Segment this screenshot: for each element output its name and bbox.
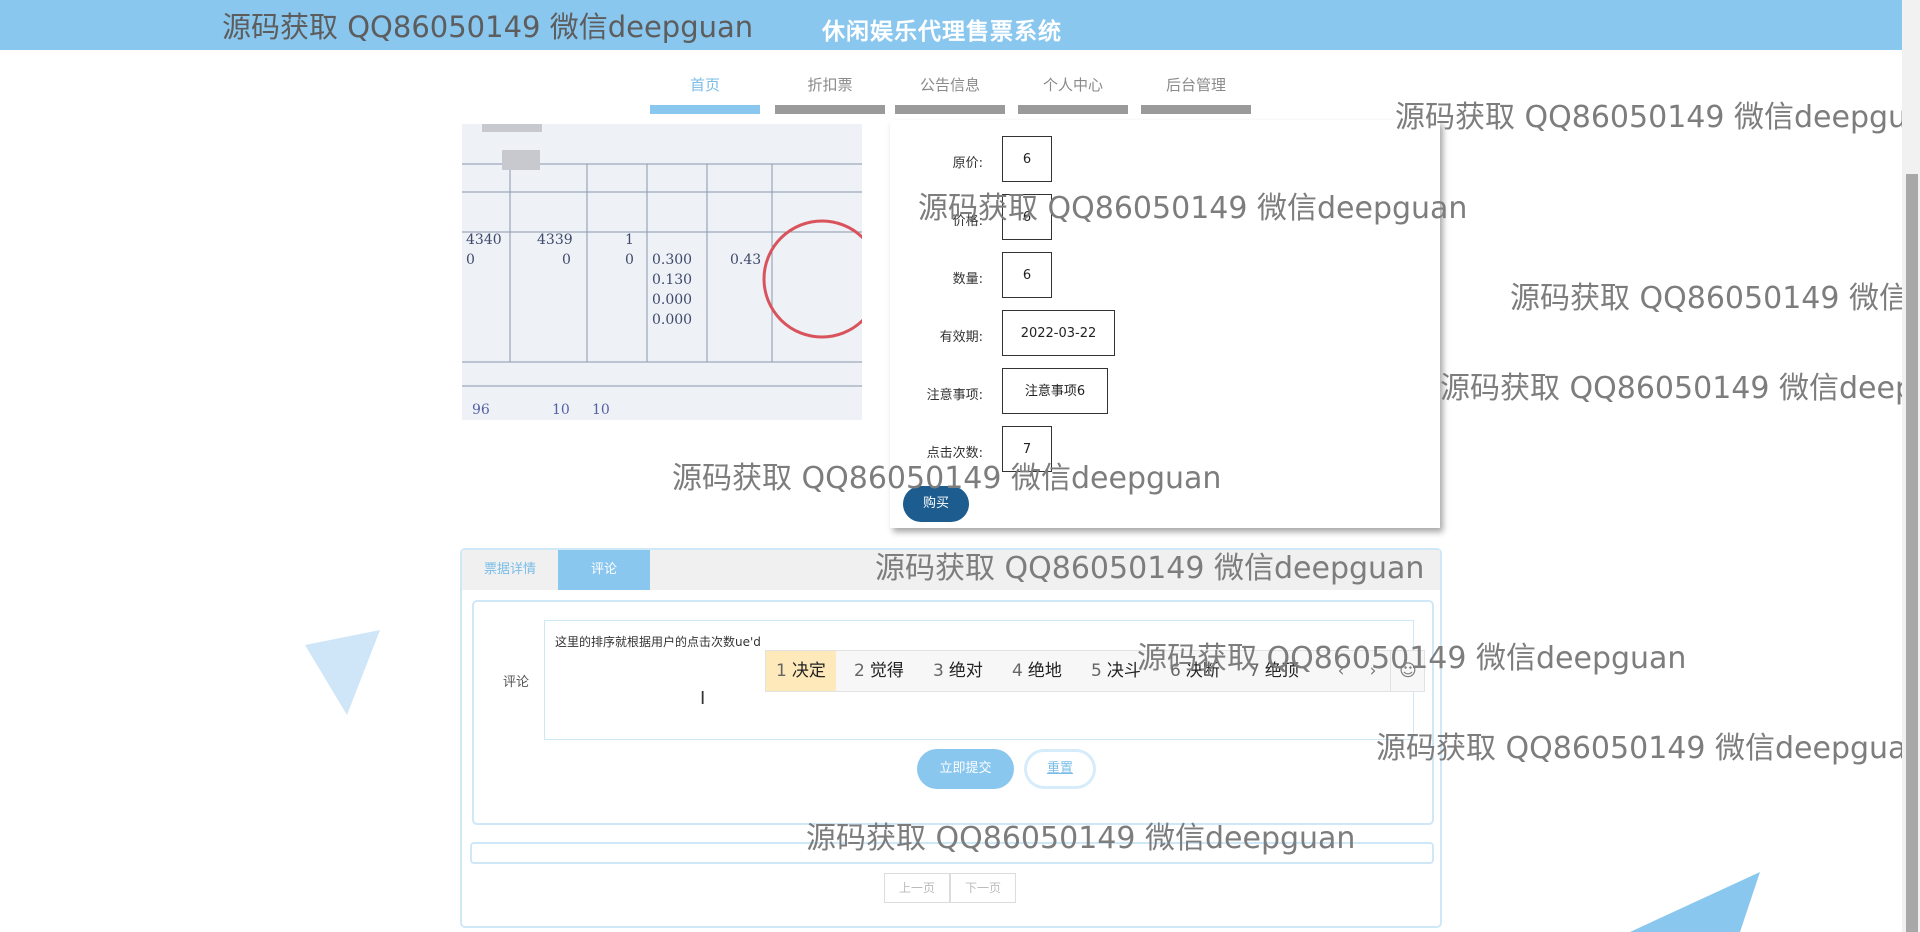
nav-item-underline — [1141, 105, 1251, 114]
svg-text:4340: 4340 — [466, 232, 502, 248]
svg-text:0.130: 0.130 — [652, 272, 692, 288]
ime-candidate-number: 7 — [1249, 661, 1260, 681]
svg-text:4339: 4339 — [537, 232, 573, 248]
ime-candidate-word: 绝顶 — [1264, 661, 1299, 681]
svg-text:0.000: 0.000 — [652, 312, 692, 328]
ime-prev-page-icon[interactable]: ‹ — [1326, 651, 1356, 691]
svg-text:0: 0 — [562, 252, 571, 268]
quantity-label: 数量: — [952, 272, 983, 287]
ime-candidate[interactable]: 4 绝地 — [1002, 651, 1072, 691]
ticket-info-card — [890, 120, 1440, 528]
nav-item-label: 个人中心 — [1042, 76, 1103, 94]
svg-text:0: 0 — [466, 252, 475, 268]
nav-item-discount-tickets[interactable]: 折扣票 — [775, 68, 885, 114]
nav-item-underline — [775, 105, 885, 114]
watermark: 源码获取 QQ86050149 微信deepguan — [1510, 281, 1920, 316]
valid-until-value: 2022-03-22 — [1002, 310, 1115, 356]
watermark: 源码获取 QQ86050149 微信deepguan — [1395, 100, 1920, 135]
comment-list — [470, 842, 1434, 864]
original-price-label: 原价: — [952, 156, 983, 171]
nav-item-underline — [1018, 105, 1128, 114]
decorative-triangle-left — [305, 630, 380, 715]
prev-page-button[interactable]: 上一页 — [884, 873, 950, 903]
valid-until-label: 有效期: — [939, 330, 983, 345]
ime-candidate-word: 觉得 — [869, 661, 904, 681]
submit-comment-button[interactable]: 立即提交 — [917, 749, 1014, 789]
nav-item-home[interactable]: 首页 — [650, 68, 760, 114]
quantity-value: 6 — [1002, 252, 1052, 298]
ime-candidate-number: 2 — [854, 661, 865, 681]
svg-text:0.000: 0.000 — [652, 292, 692, 308]
svg-text:10: 10 — [552, 402, 570, 418]
nav-item-label: 首页 — [689, 76, 720, 94]
ime-candidate-number: 1 — [776, 661, 787, 681]
nav-item-label: 公告信息 — [919, 76, 980, 94]
comment-label: 评论 — [503, 675, 530, 690]
svg-text:0: 0 — [625, 252, 634, 268]
tab-ticket-details[interactable]: 票据详情 — [462, 550, 558, 590]
nav-item-personal-center[interactable]: 个人中心 — [1018, 68, 1128, 114]
notice-value: 注意事项6 — [1002, 368, 1108, 414]
svg-text:10: 10 — [592, 402, 610, 418]
buy-button[interactable]: 购买 — [903, 486, 969, 522]
clicks-label: 点击次数: — [926, 446, 983, 461]
header-watermark: 源码获取 QQ86050149 微信deepguan — [222, 10, 754, 44]
svg-text:96: 96 — [472, 402, 490, 418]
ime-emoji-icon[interactable]: ☺ — [1390, 651, 1425, 691]
ime-candidate-word: 决定 — [791, 661, 826, 681]
watermark: 源码获取 QQ86050149 微信deepguan — [1376, 731, 1920, 766]
svg-text:0.300: 0.300 — [652, 252, 692, 268]
price-label: 价格: — [952, 214, 983, 229]
ime-candidate-number: 5 — [1091, 661, 1102, 681]
tab-strip: 票据详情 评论 — [462, 550, 1440, 590]
nav-item-label: 折扣票 — [807, 76, 853, 94]
tab-comments[interactable]: 评论 — [558, 550, 650, 590]
notice-label: 注意事项: — [926, 388, 983, 403]
ime-candidate[interactable]: 7 绝顶 — [1239, 651, 1309, 691]
ime-candidate-word: 决斗 — [1106, 661, 1141, 681]
ime-candidate-number: 6 — [1170, 661, 1181, 681]
page-scrollbar-thumb[interactable] — [1906, 174, 1918, 932]
svg-text:0.43: 0.43 — [730, 252, 761, 268]
ime-candidate-number: 4 — [1012, 661, 1023, 681]
nav-item-announcements[interactable]: 公告信息 — [895, 68, 1005, 114]
ime-candidate[interactable]: 5 决斗 — [1081, 651, 1151, 691]
ticket-photo: 4340 0 4339 0 10 0.300 0.130 0.000 0.000 0.4… — [462, 124, 862, 420]
nav-item-admin[interactable]: 后台管理 — [1141, 68, 1251, 114]
header-bar: 源码获取 QQ86050149 微信deepguan 休闲娱乐代理售票系统 — [0, 0, 1902, 50]
ime-candidate-bar: 1 决定 2 觉得 3 绝对 4 绝地 5 决斗 6 决断 7 绝顶 ‹ › ☺ — [765, 650, 1425, 692]
ime-candidate-number: 3 — [933, 661, 944, 681]
nav-item-underline — [895, 105, 1005, 114]
original-price-value: 6 — [1002, 136, 1052, 182]
price-value: 6 — [1002, 194, 1052, 240]
svg-text:1: 1 — [625, 232, 634, 248]
next-page-button[interactable]: 下一页 — [950, 873, 1016, 903]
decorative-triangle-right — [1630, 872, 1760, 932]
receipt-image: 43400 43390 10 0.3000.130 0.0000.000 0.4… — [462, 124, 862, 420]
ime-candidate[interactable]: 1 决定 — [766, 651, 836, 691]
ime-candidate-word: 绝地 — [1027, 661, 1062, 681]
site-title: 休闲娱乐代理售票系统 — [822, 19, 1062, 45]
nav-item-label: 后台管理 — [1165, 76, 1226, 94]
ime-next-page-icon[interactable]: › — [1358, 651, 1388, 691]
text-cursor-icon: I — [700, 688, 706, 709]
reset-button[interactable]: 重置 — [1024, 749, 1096, 789]
ime-candidate[interactable]: 6 决断 — [1160, 651, 1230, 691]
ime-candidate[interactable]: 2 觉得 — [844, 651, 914, 691]
ime-candidate[interactable]: 3 绝对 — [923, 651, 993, 691]
clicks-value: 7 — [1002, 426, 1052, 472]
nav-item-underline — [650, 105, 760, 114]
ime-candidate-word: 绝对 — [948, 661, 983, 681]
watermark: 源码获取 QQ86050149 微信deepguan — [1440, 371, 1920, 406]
ime-candidate-word: 决断 — [1185, 661, 1220, 681]
